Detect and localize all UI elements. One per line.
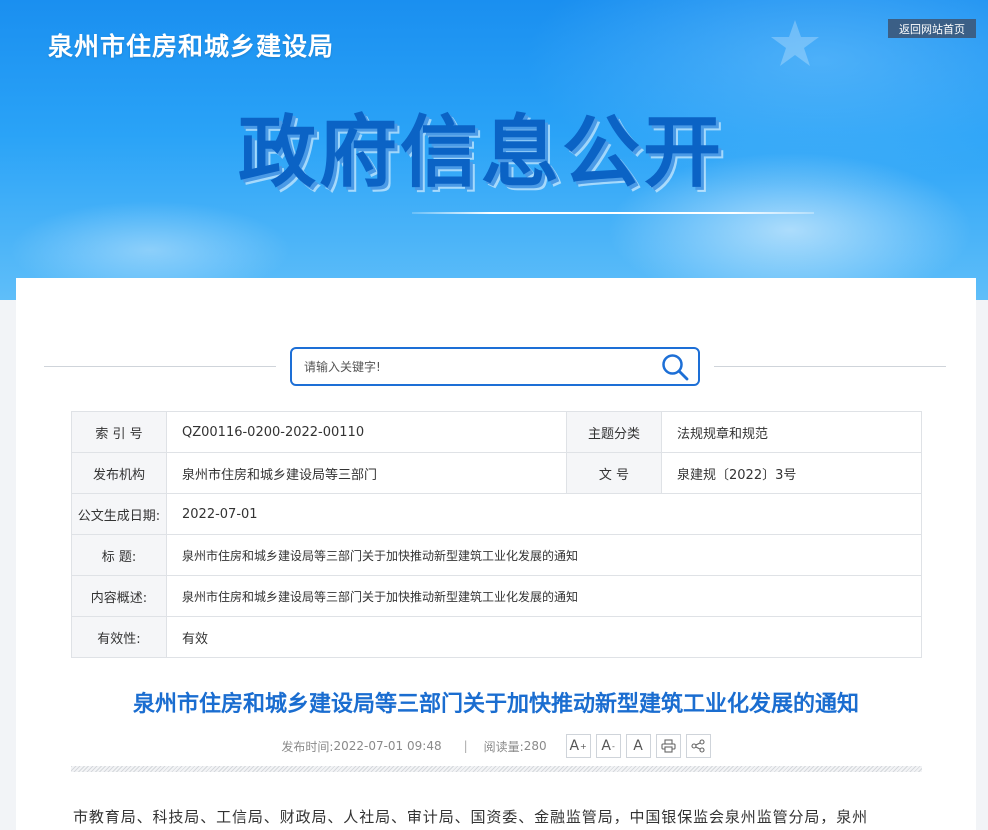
validity-label: 有效性:: [71, 616, 167, 658]
docno-value: 泉建规〔2022〕3号: [661, 452, 922, 494]
font-smaller-icon: A: [601, 738, 611, 754]
publish-time: 2022-07-01 09:48: [333, 739, 442, 753]
banner-title: 政府信息公开: [238, 108, 725, 198]
table-row: 索 引 号 QZ00116-0200-2022-00110 主题分类 法规规章和…: [71, 411, 922, 453]
share-button[interactable]: [685, 734, 711, 758]
font-larger-icon: A: [569, 738, 580, 754]
date-label: 公文生成日期:: [71, 493, 167, 535]
docno-label: 文 号: [566, 452, 662, 494]
summary-label: 内容概述:: [71, 575, 167, 617]
validity-value: 有效: [166, 616, 922, 658]
document-info-table: 索 引 号 QZ00116-0200-2022-00110 主题分类 法规规章和…: [71, 411, 922, 658]
article-meta: 发布时间: 2022-07-01 09:48 | 阅读量: 280 A + A- …: [16, 733, 976, 759]
star-emblem-icon: [771, 20, 819, 66]
article-body-text: 市教育局、科技局、工信局、财政局、人社局、审计局、国资委、金融监管局，中国银保监…: [73, 808, 869, 826]
summary-value: 泉州市住房和城乡建设局等三部门关于加快推动新型建筑工业化发展的通知: [166, 575, 922, 617]
font-smaller-mark: -: [611, 741, 615, 751]
font-normal-button[interactable]: A: [625, 734, 651, 758]
print-icon: [661, 739, 676, 753]
content-card: 索 引 号 QZ00116-0200-2022-00110 主题分类 法规规章和…: [16, 278, 976, 830]
article-title: 泉州市住房和城乡建设局等三部门关于加快推动新型建筑工业化发展的通知: [132, 692, 859, 717]
table-row: 标 题: 泉州市住房和城乡建设局等三部门关于加快推动新型建筑工业化发展的通知: [71, 534, 922, 576]
site-title: 泉州市住房和城乡建设局: [48, 32, 335, 61]
header-banner: 泉州市住房和城乡建设局 返回网站首页 政府信息公开: [0, 0, 988, 300]
index-value: QZ00116-0200-2022-00110: [166, 411, 567, 453]
search-box: [290, 347, 700, 386]
table-row: 公文生成日期: 2022-07-01: [71, 493, 922, 535]
publisher-label: 发布机构: [71, 452, 167, 494]
font-smaller-button[interactable]: A-: [595, 734, 621, 758]
search-divider-left: [44, 366, 276, 367]
views-count: 280: [523, 739, 547, 753]
publish-time-label: 发布时间:: [281, 739, 334, 754]
date-value: 2022-07-01: [166, 493, 922, 535]
font-normal-icon: A: [633, 738, 643, 754]
search-bar: [44, 347, 946, 387]
print-button[interactable]: [655, 734, 681, 758]
share-icon: [691, 739, 705, 753]
index-label: 索 引 号: [71, 411, 167, 453]
meta-separator: |: [463, 739, 468, 753]
topic-value: 法规规章和规范: [661, 411, 922, 453]
search-input[interactable]: [292, 349, 660, 384]
banner-title-underline: [412, 212, 814, 214]
search-icon[interactable]: [660, 352, 690, 382]
font-larger-button[interactable]: A +: [565, 734, 591, 758]
title-label: 标 题:: [71, 534, 167, 576]
publisher-value: 泉州市住房和城乡建设局等三部门: [166, 452, 567, 494]
font-larger-mark: +: [580, 741, 587, 751]
title-value: 泉州市住房和城乡建设局等三部门关于加快推动新型建筑工业化发展的通知: [166, 534, 922, 576]
views-label: 阅读量:: [483, 739, 524, 754]
table-row: 有效性: 有效: [71, 616, 922, 658]
search-divider-right: [714, 366, 946, 367]
home-link-button[interactable]: 返回网站首页: [888, 19, 976, 38]
topic-label: 主题分类: [566, 411, 662, 453]
table-row: 内容概述: 泉州市住房和城乡建设局等三部门关于加快推动新型建筑工业化发展的通知: [71, 575, 922, 617]
table-row: 发布机构 泉州市住房和城乡建设局等三部门 文 号 泉建规〔2022〕3号: [71, 452, 922, 494]
article-divider: [71, 766, 922, 772]
